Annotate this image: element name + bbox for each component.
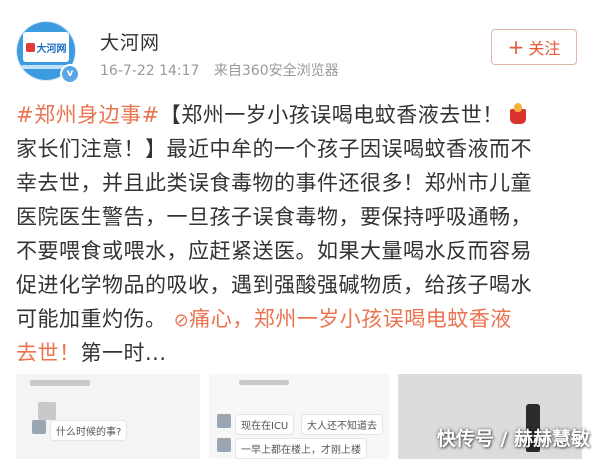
read-more-text[interactable]: 第一时...	[81, 341, 167, 365]
post-header: 大河网 v 大河网 16-7-22 14:17 来自360安全浏览器 + 关注	[0, 0, 598, 92]
post-content: #郑州身边事#【郑州一岁小孩误喝电蚊香液去世！ 家长们注意！】最近中牟的一个孩子…	[16, 98, 586, 370]
post-line-4: 医院医生警告，一旦孩子误食毒物，要保持呼吸通畅，	[16, 200, 586, 234]
post-text-2: 家长们注意！】最近中牟的一个孩子因误喝蚊香液而不	[16, 137, 532, 161]
verified-badge-icon: v	[60, 64, 80, 84]
post-line-7: 可能加重灼伤。 ⊘痛心，郑州一岁小孩误喝电蚊香液	[16, 302, 586, 336]
follow-button[interactable]: + 关注	[491, 29, 577, 65]
post-source: 来自360安全浏览器	[213, 63, 339, 79]
avatar-logo-box: 大河网	[23, 32, 69, 62]
avatar-logo-text: 大河网	[36, 43, 67, 55]
watermark: 快传号 / 赫赫慧敏	[436, 428, 590, 450]
author-name[interactable]: 大河网	[100, 28, 160, 55]
post-line-5: 不要喂食或喂水，应赶紧送医。如果大量喝水反而容易	[16, 234, 586, 268]
placeholder-bar	[30, 380, 90, 386]
follow-label: 关注	[528, 39, 561, 58]
article-link[interactable]: 痛心，郑州一岁小孩误喝电蚊香液	[189, 307, 512, 331]
image-thumbnails: 什么时候的事? 现在在ICU 大人还不知道去 一早上都在楼上，才刚上楼 快传号 …	[0, 368, 598, 459]
post-line-6: 促进化学物品的吸收，遇到强酸强碱物质，给孩子喝水	[16, 268, 586, 302]
chat-bubble-b: 大人还不知道去	[301, 414, 383, 435]
article-link-end[interactable]: 去世！	[16, 341, 81, 365]
post-text-4: 医院医生警告，一旦孩子误食毒物，要保持呼吸通畅，	[16, 205, 532, 229]
post-meta: 16-7-22 14:17 来自360安全浏览器	[100, 60, 339, 80]
chat-bubble-c: 一早上都在楼上，才刚上楼	[235, 438, 367, 459]
post-text-3: 幸去世，并且此类误食毒物的事件还很多！郑州市儿童	[16, 171, 532, 195]
thumbnail-chat-1[interactable]: 什么时候的事?	[16, 374, 200, 459]
chat-bubble: 什么时候的事?	[50, 420, 128, 441]
placeholder-bar	[239, 380, 289, 385]
post-date: 16-7-22 14:17	[100, 63, 200, 79]
logo-mark-icon	[25, 42, 35, 52]
avatar-logo: 大河网	[25, 40, 67, 55]
hashtag-link[interactable]: #郑州身边事#	[16, 103, 160, 127]
post-text-1: 【郑州一岁小孩误喝电蚊香液去世！	[159, 103, 504, 127]
thumbnail-chat-2[interactable]: 现在在ICU 大人还不知道去 一早上都在楼上，才刚上楼	[209, 374, 389, 459]
chat-avatar	[32, 420, 46, 434]
post-line-2: 家长们注意！】最近中牟的一个孩子因误喝蚊香液而不	[16, 132, 586, 166]
post-text-5: 不要喂食或喂水，应赶紧送医。如果大量喝水反而容易	[16, 239, 532, 263]
post-text-6: 促进化学物品的吸收，遇到强酸强碱物质，给孩子喝水	[16, 273, 532, 297]
chat-bubble-a: 现在在ICU	[235, 414, 295, 435]
link-icon: ⊘	[173, 310, 190, 331]
plus-icon: +	[507, 35, 525, 59]
post-text-7: 可能加重灼伤。	[16, 307, 167, 331]
post-line-8: 去世！第一时...	[16, 336, 586, 370]
post-line-3: 幸去世，并且此类误食毒物的事件还很多！郑州市儿童	[16, 166, 586, 200]
placeholder-square	[38, 402, 56, 420]
red-cup-emoji-icon	[508, 103, 528, 125]
chat-avatar	[217, 414, 231, 428]
post-line-1: #郑州身边事#【郑州一岁小孩误喝电蚊香液去世！	[16, 98, 586, 132]
chat-avatar	[217, 438, 231, 452]
